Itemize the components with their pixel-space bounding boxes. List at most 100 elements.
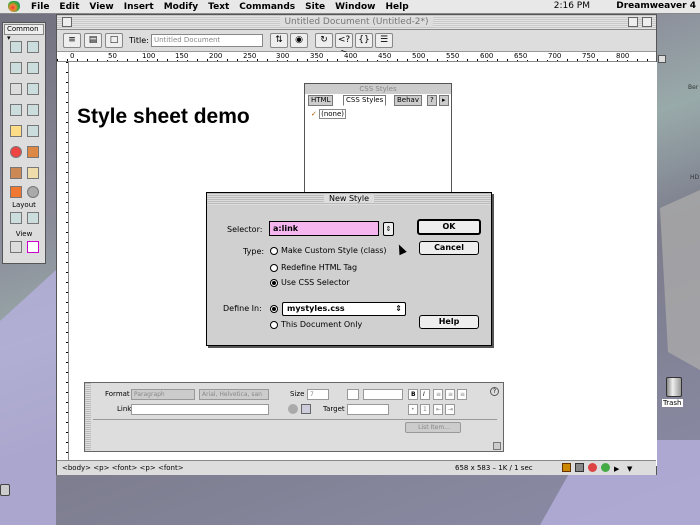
menu-window[interactable]: Window xyxy=(330,2,380,12)
disk-icon[interactable] xyxy=(0,484,10,496)
point-to-file-icon[interactable] xyxy=(288,404,298,414)
insert-tabular-icon[interactable] xyxy=(27,125,39,137)
collapse-box-icon[interactable] xyxy=(642,17,652,27)
tab-behaviors[interactable]: Behav xyxy=(394,95,422,106)
browse-folder-icon[interactable] xyxy=(301,404,311,414)
code-nav-icon[interactable]: {} xyxy=(355,33,373,48)
insert-tabular-data-icon[interactable] xyxy=(27,62,39,74)
insert-horizontal-rule-icon[interactable] xyxy=(10,104,22,116)
objects-category-select[interactable]: Common ▾ xyxy=(4,24,44,42)
insert-applet-icon[interactable] xyxy=(27,186,39,198)
stylesheet-select[interactable]: mystyles.css ⇕ xyxy=(282,302,406,316)
insert-shockwave-icon[interactable] xyxy=(27,146,39,158)
insert-generator-icon[interactable] xyxy=(10,167,22,179)
menu-file[interactable]: File xyxy=(26,2,54,12)
insert-image-icon[interactable] xyxy=(10,41,22,53)
help-button[interactable]: Help xyxy=(419,315,479,329)
dialog-title-bar[interactable]: New Style xyxy=(207,193,491,205)
inspector-help-icon[interactable]: ? xyxy=(490,387,499,396)
indent-icon[interactable]: ⇥ xyxy=(445,404,455,415)
format-select[interactable]: Paragraph xyxy=(131,389,195,400)
unordered-list-icon[interactable]: • xyxy=(408,404,418,415)
link-input[interactable] xyxy=(131,404,269,415)
insert-date-icon[interactable] xyxy=(10,125,22,137)
define-radio-file[interactable] xyxy=(270,305,278,313)
layout-view-icon[interactable] xyxy=(27,241,39,253)
css-panel-title[interactable]: CSS Styles xyxy=(305,84,451,94)
menu-edit[interactable]: Edit xyxy=(54,2,84,12)
color-input[interactable] xyxy=(363,389,403,400)
code-view-icon[interactable]: ≡ xyxy=(63,33,81,48)
window-size-readout[interactable]: 658 x 583 – 1K / 1 sec xyxy=(455,461,533,475)
selector-input[interactable]: a:link xyxy=(269,221,379,236)
insert-fireworks-icon[interactable] xyxy=(27,167,39,179)
document-title-bar[interactable]: Untitled Document (Untitled-2*) xyxy=(57,15,656,30)
html-styles-icon[interactable] xyxy=(588,463,597,472)
tab-css-styles[interactable]: CSS Styles xyxy=(343,95,387,106)
ordered-list-icon[interactable]: 1 xyxy=(420,404,430,415)
help-icon[interactable]: ? xyxy=(427,95,437,106)
site-launcher-icon[interactable] xyxy=(562,463,571,472)
insert-flash-icon[interactable] xyxy=(10,146,22,158)
style-list-item[interactable]: ✓ (none) xyxy=(311,109,347,119)
menu-modify[interactable]: Modify xyxy=(159,2,203,12)
size-select[interactable]: 7 xyxy=(307,389,329,400)
reference-icon[interactable]: <?> xyxy=(335,33,353,58)
refresh-icon[interactable]: ↻ xyxy=(315,33,333,48)
apple-menu-icon[interactable] xyxy=(8,1,20,12)
file-management-icon[interactable]: ⇅ xyxy=(270,33,288,48)
color-swatch[interactable] xyxy=(347,389,359,400)
menu-insert[interactable]: Insert xyxy=(119,2,159,12)
bold-button[interactable]: B xyxy=(408,389,418,400)
type-radio-custom[interactable] xyxy=(270,247,278,255)
insert-layer-icon[interactable] xyxy=(27,83,39,95)
ok-button[interactable]: OK xyxy=(417,219,481,235)
inspector-drag-bar[interactable] xyxy=(85,383,91,451)
panel-menu-arrow-icon[interactable]: ▸ xyxy=(439,95,449,106)
zoom-box-icon[interactable] xyxy=(628,17,638,27)
layout-cell-icon[interactable] xyxy=(27,212,39,224)
page-heading[interactable]: Style sheet demo xyxy=(77,105,250,129)
menu-commands[interactable]: Commands xyxy=(234,2,300,12)
trash-icon[interactable]: Trash xyxy=(662,377,686,407)
menu-help[interactable]: Help xyxy=(380,2,413,12)
tab-html-styles[interactable]: HTML xyxy=(308,95,334,106)
ruler-mark: 100 xyxy=(141,52,157,60)
list-item-button[interactable]: List Item... xyxy=(405,422,461,433)
type-radio-css-selector[interactable] xyxy=(270,279,278,287)
align-center-icon[interactable]: ≡ xyxy=(445,389,455,400)
selector-dropdown-icon[interactable]: ⇕ xyxy=(383,222,394,236)
code-inspector-icon[interactable]: ▼ xyxy=(627,462,632,476)
font-select[interactable]: Arial, Helvetica, san xyxy=(199,389,269,400)
outdent-icon[interactable]: ⇤ xyxy=(433,404,443,415)
timeline-icon[interactable]: ▶ xyxy=(614,462,619,476)
insert-rollover-icon[interactable] xyxy=(27,41,39,53)
type-radio-redefine[interactable] xyxy=(270,264,278,272)
tag-selector[interactable]: <body> <p> <font> <p> <font> xyxy=(62,461,184,475)
preview-browser-icon[interactable]: ◉ xyxy=(290,33,308,48)
layout-table-icon[interactable] xyxy=(10,212,22,224)
application-menu[interactable]: Dreamweaver 4 xyxy=(616,1,696,11)
insert-table-icon[interactable] xyxy=(10,62,22,74)
close-box-icon[interactable] xyxy=(62,17,72,27)
insert-server-side-include-icon[interactable] xyxy=(10,186,22,198)
behaviors-icon[interactable] xyxy=(601,463,610,472)
insert-navigation-bar-icon[interactable] xyxy=(10,83,22,95)
title-input[interactable]: Untitled Document xyxy=(151,34,263,47)
split-view-icon[interactable]: ▤ xyxy=(84,33,102,48)
expand-arrow-icon[interactable] xyxy=(493,442,501,450)
define-radio-document[interactable] xyxy=(270,321,278,329)
view-options-icon[interactable]: ☰ xyxy=(375,33,393,48)
align-left-icon[interactable]: ≡ xyxy=(433,389,443,400)
menu-view[interactable]: View xyxy=(84,2,118,12)
assets-icon[interactable] xyxy=(575,463,584,472)
menu-text[interactable]: Text xyxy=(203,2,234,12)
align-right-icon[interactable]: ≡ xyxy=(457,389,467,400)
target-input[interactable] xyxy=(347,404,389,415)
design-view-icon[interactable]: □ xyxy=(105,33,123,48)
standard-view-icon[interactable] xyxy=(10,241,22,253)
cancel-button[interactable]: Cancel xyxy=(419,241,479,255)
italic-button[interactable]: I xyxy=(420,389,430,400)
menu-site[interactable]: Site xyxy=(300,2,330,12)
insert-email-link-icon[interactable] xyxy=(27,104,39,116)
